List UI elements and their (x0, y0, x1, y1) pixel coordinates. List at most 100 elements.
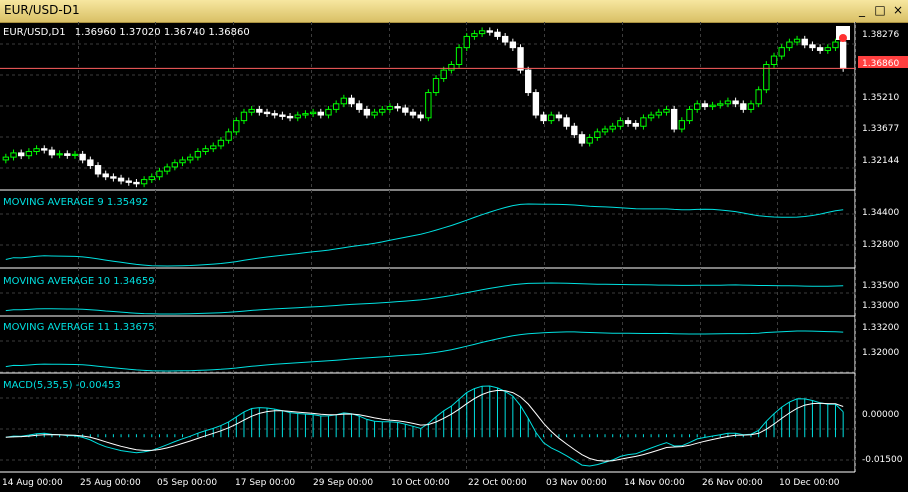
candle-body (501, 35, 509, 43)
candle-body (371, 111, 378, 116)
candle-body (801, 38, 808, 46)
candle-body (25, 151, 33, 157)
y-tick-2: 1.35210 (862, 93, 899, 103)
x-tick-label: 25 Aug 00:00 (80, 478, 141, 488)
x-tick-label: 29 Sep 00:00 (313, 478, 373, 488)
candle-body (302, 113, 309, 116)
candle-body (417, 114, 424, 119)
x-tick-label: 17 Sep 00:00 (235, 478, 295, 488)
x-tick-label: 22 Oct 00:00 (468, 478, 527, 488)
candle-body (317, 111, 324, 116)
candle-body (632, 122, 639, 127)
candle-body (386, 106, 394, 110)
window-title: EUR/USD-D1 (4, 3, 80, 17)
candle-body (509, 41, 517, 49)
ma10-label: MOVING AVERAGE 10 1.34659 (3, 276, 155, 287)
candle-body (448, 63, 455, 71)
x-tick-label: 05 Sep 00:00 (157, 478, 217, 488)
candle-body (71, 153, 79, 156)
candle-body (617, 120, 624, 127)
candle-body (747, 103, 755, 110)
candle-body (494, 31, 501, 37)
candle-body (79, 153, 86, 161)
candle-body (540, 114, 547, 122)
candle-body (663, 108, 670, 113)
ma9-label: MOVING AVERAGE 9 1.35492 (3, 197, 148, 208)
candle-body (670, 108, 678, 130)
candle-body (601, 128, 609, 133)
chart-window: EUR/USD-D1 _ □ × EUR/USD,D1 1.36960 1.37… (0, 0, 908, 492)
minimize-button[interactable]: _ (854, 2, 870, 18)
candle-body (271, 113, 278, 116)
candle-body (586, 136, 593, 144)
candle-body (279, 114, 286, 117)
candle-body (156, 170, 163, 178)
candle-body (41, 148, 48, 151)
macd-tick-1: 0.00000 (862, 410, 899, 420)
candle-body (525, 69, 532, 94)
candle-body (171, 162, 179, 168)
ma11-label: MOVING AVERAGE 11 1.33675 (3, 322, 155, 333)
candle-body (202, 148, 209, 153)
candle-body (240, 111, 248, 122)
candle-body (440, 69, 447, 80)
candle-body (194, 151, 202, 158)
chart-area[interactable]: EUR/USD,D1 1.36960 1.37020 1.36740 1.368… (0, 22, 908, 492)
x-tick-label: 14 Aug 00:00 (2, 478, 63, 488)
candle-body (210, 145, 217, 150)
candle-body (694, 103, 701, 110)
candle-body (64, 153, 71, 156)
candle-body (471, 33, 478, 37)
candle-body (409, 111, 417, 116)
candle-body (102, 173, 109, 178)
ma10-tick-2: 1.33000 (862, 301, 899, 311)
ma9-tick-1: 1.34400 (862, 208, 899, 218)
candle-body (655, 111, 662, 116)
candle-body (778, 47, 785, 57)
candle-body (548, 114, 555, 122)
candle-body (394, 106, 401, 109)
alert-icon (839, 34, 847, 42)
candle-body (755, 89, 762, 105)
x-tick-label: 26 Nov 00:00 (702, 478, 763, 488)
candle-body (87, 159, 94, 167)
x-axis-labels: 14 Aug 00:00 25 Aug 00:00 05 Sep 00:00 17 S… (2, 478, 840, 488)
close-button[interactable]: × (890, 2, 906, 18)
macd-label: MACD(5,35,5) -0.00453 (3, 380, 121, 391)
x-tick-label: 14 Nov 00:00 (624, 478, 685, 488)
candle-body (640, 117, 647, 127)
candle-body (256, 108, 263, 113)
candle-body (294, 114, 301, 119)
candle-body (363, 108, 371, 116)
candle-body (309, 111, 317, 115)
title-bar[interactable]: EUR/USD-D1 _ □ × (0, 0, 908, 23)
candle-body (248, 108, 255, 113)
candle-body (594, 131, 601, 138)
candle-body (555, 114, 563, 119)
candle-body (117, 177, 125, 182)
candle-body (571, 125, 578, 136)
x-tick-label: 03 Nov 00:00 (546, 478, 607, 488)
candle-body (18, 152, 25, 157)
indicator-panels (5, 203, 844, 372)
candle-body (217, 139, 225, 147)
candle-body (33, 148, 40, 153)
macd-tick-2: -0.01500 (862, 455, 903, 465)
candle-body (486, 30, 493, 33)
candle-body (816, 47, 824, 51)
candle-body (701, 103, 709, 108)
maximize-button[interactable]: □ (872, 2, 888, 18)
candle-body (2, 156, 10, 161)
candle-body (402, 107, 409, 113)
candle-body (647, 114, 655, 119)
candle-body (286, 115, 294, 119)
candle-body (325, 108, 332, 116)
candle-body (10, 152, 17, 158)
candle-body (455, 47, 463, 65)
ma11-tick-1: 1.33200 (862, 323, 899, 333)
candle-body (839, 41, 847, 69)
candle-body (94, 165, 102, 175)
candle-body (432, 78, 440, 94)
candle-body (356, 103, 363, 110)
ma11-line (5, 330, 844, 372)
